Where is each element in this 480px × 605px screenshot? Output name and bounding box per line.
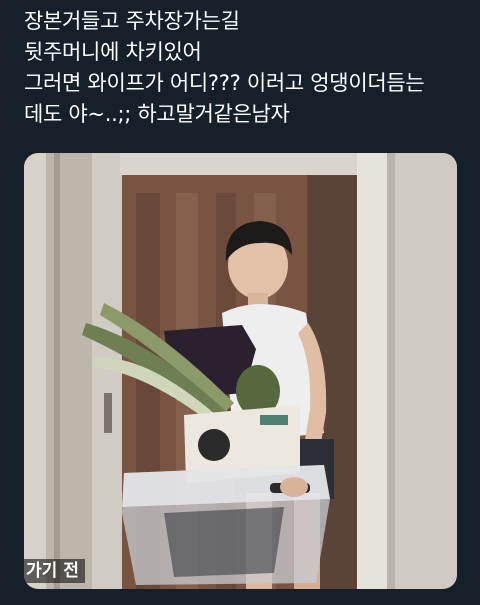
photo-caption: 가기 전 <box>24 559 85 583</box>
tweet: 장본거들고 주차장가는길 뒷주머니에 차키있어 그러면 와이프가 어디??? 이… <box>0 0 480 605</box>
tweet-text-line-2: 뒷주머니에 차키있어 <box>24 40 202 64</box>
tweet-text-line-3: 그러면 와이프가 어디??? 이러고 엉댕이더듬는 <box>24 71 425 95</box>
tweet-photo[interactable]: 가기 전 <box>24 153 457 589</box>
tweet-text-line-4: 데도 야~..;; 하고말거같은남자 <box>24 102 290 126</box>
tweet-text-line-1: 장본거들고 주차장가는길 <box>24 9 240 33</box>
tweet-text: 장본거들고 주차장가는길 뒷주머니에 차키있어 그러면 와이프가 어디??? 이… <box>24 6 464 130</box>
photo-scene <box>24 153 457 589</box>
